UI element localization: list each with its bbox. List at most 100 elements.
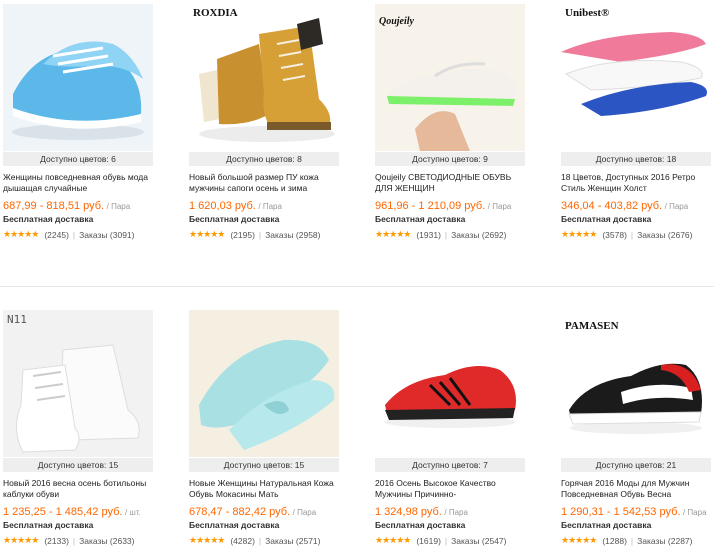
available-colors: Доступно цветов: 15 (3, 458, 153, 472)
rating-stars: ★★★★★ (3, 229, 39, 239)
free-shipping: Бесплатная доставка (3, 520, 94, 530)
separator: | (72, 229, 76, 240)
review-count[interactable]: (2195) (230, 230, 255, 240)
separator: | (258, 229, 262, 240)
product-card[interactable]: Qoujeily Доступно цветов: 9 Qoujeily СВЕ… (375, 4, 525, 240)
available-colors: Доступно цветов: 18 (561, 152, 711, 166)
free-shipping: Бесплатная доставка (375, 214, 466, 224)
separator: | (444, 229, 448, 240)
product-card[interactable]: N11 Доступно цветов: 15 Новый 2016 весна… (3, 310, 153, 546)
boots-image (199, 18, 335, 142)
product-image[interactable]: PAMASEN (561, 310, 711, 457)
brand-logo: N11 (7, 313, 27, 326)
price: 1 620,03 руб. (189, 200, 256, 212)
product-image[interactable] (375, 310, 525, 457)
review-count[interactable]: (1931) (416, 230, 441, 240)
orders-count[interactable]: Заказы (2676) (637, 230, 692, 240)
price: 687,99 - 818,51 руб. (3, 200, 105, 212)
price: 961,96 - 1 210,09 руб. (375, 200, 486, 212)
review-count[interactable]: (1288) (602, 536, 627, 546)
available-colors: Доступно цветов: 15 (189, 458, 339, 472)
price-unit: / Пара (106, 202, 131, 211)
product-card[interactable]: Доступно цветов: 6 Женщины повседневная … (3, 4, 153, 240)
price: 1 290,31 - 1 542,53 руб. (561, 506, 681, 518)
flats-image (561, 32, 707, 116)
orders-count[interactable]: Заказы (2958) (265, 230, 320, 240)
product-image[interactable] (3, 4, 153, 151)
product-card[interactable]: PAMASEN Доступно цветов: 21 Горячая 2016… (561, 310, 711, 546)
free-shipping: Бесплатная доставка (3, 214, 94, 224)
price-unit: / Пара (664, 202, 689, 211)
free-shipping: Бесплатная доставка (561, 214, 652, 224)
available-colors: Доступно цветов: 8 (189, 152, 339, 166)
rating-stars: ★★★★★ (189, 229, 225, 239)
red-sneaker-image (384, 366, 516, 428)
product-image[interactable]: N11 (3, 310, 153, 457)
rating-stars: ★★★★★ (3, 535, 39, 545)
orders-count[interactable]: Заказы (3091) (79, 230, 134, 240)
orders-count[interactable]: Заказы (2633) (79, 536, 134, 546)
rating-stars: ★★★★★ (561, 229, 597, 239)
separator: | (444, 535, 448, 546)
brand-logo: ROXDIA (193, 7, 238, 19)
free-shipping: Бесплатная доставка (189, 214, 280, 224)
rating-stars: ★★★★★ (375, 229, 411, 239)
separator: | (630, 229, 634, 240)
product-title-link[interactable]: 18 Цветов, Доступных 2016 Ретро Стиль Же… (561, 172, 711, 194)
price: 678,47 - 882,42 руб. (189, 506, 291, 518)
available-colors: Доступно цветов: 7 (375, 458, 525, 472)
brand-logo: Qoujeily (379, 16, 414, 27)
product-image[interactable]: Qoujeily (375, 4, 525, 151)
rating-stars: ★★★★★ (189, 535, 225, 545)
product-title-link[interactable]: Новые Женщины Натуральная Кожа Обувь Мок… (189, 478, 339, 500)
separator: | (72, 535, 76, 546)
price: 1 235,25 - 1 485,42 руб. (3, 506, 123, 518)
product-card[interactable]: Доступно цветов: 7 2016 Осень Высокое Ка… (375, 310, 525, 546)
product-image[interactable] (189, 310, 339, 457)
orders-count[interactable]: Заказы (2287) (637, 536, 692, 546)
review-count[interactable]: (4282) (230, 536, 255, 546)
review-count[interactable]: (2133) (44, 536, 69, 546)
free-shipping: Бесплатная доставка (375, 520, 466, 530)
price-unit: / шт. (124, 508, 141, 517)
brand-logo: Unibest® (565, 7, 610, 19)
price: 1 324,98 руб. (375, 506, 442, 518)
available-colors: Доступно цветов: 9 (375, 152, 525, 166)
available-colors: Доступно цветов: 21 (561, 458, 711, 472)
brand-logo: PAMASEN (565, 320, 619, 332)
product-title-link[interactable]: Женщины повседневная обувь мода дышащая … (3, 172, 153, 194)
product-card[interactable]: Доступно цветов: 15 Новые Женщины Натура… (189, 310, 339, 546)
product-title-link[interactable]: 2016 Осень Высокое Качество Мужчины Прич… (375, 478, 525, 500)
product-title-link[interactable]: Новый большой размер ПУ кожа мужчины сап… (189, 172, 339, 194)
free-shipping: Бесплатная доставка (189, 520, 280, 530)
orders-count[interactable]: Заказы (2692) (451, 230, 506, 240)
product-image[interactable]: Unibest® (561, 4, 711, 151)
product-card[interactable]: Unibest® Доступно цветов: 18 18 Цветов, … (561, 4, 711, 240)
price-unit: / Пара (444, 508, 468, 517)
product-title-link[interactable]: Qoujeily СВЕТОДИОДНЫЕ ОБУВЬ ДЛЯ ЖЕНЩИН (375, 172, 525, 194)
price-unit: / Пара (292, 508, 317, 517)
review-count[interactable]: (2245) (44, 230, 69, 240)
price: 346,04 - 403,82 руб. (561, 200, 663, 212)
available-colors: Доступно цветов: 6 (3, 152, 153, 166)
review-count[interactable]: (1619) (416, 536, 441, 546)
white-ankle-boots-image (16, 344, 140, 453)
product-title-link[interactable]: Горячая 2016 Моды для Мужчин Повседневна… (561, 478, 711, 500)
moccasins-image (199, 339, 335, 450)
sneaker-blue-image (12, 41, 144, 140)
review-count[interactable]: (3578) (602, 230, 627, 240)
rating-stars: ★★★★★ (375, 535, 411, 545)
product-title-link[interactable]: Новый 2016 весна осень ботильоны каблуки… (3, 478, 153, 500)
free-shipping: Бесплатная доставка (561, 520, 652, 530)
price-unit: / Пара (487, 202, 512, 211)
product-image[interactable]: ROXDIA (189, 4, 339, 151)
price-unit: / Пара (682, 508, 707, 517)
orders-count[interactable]: Заказы (2547) (451, 536, 506, 546)
orders-count[interactable]: Заказы (2571) (265, 536, 320, 546)
black-sneaker-image (568, 363, 702, 434)
product-card[interactable]: ROXDIA Доступно цветов: 8 Новый большой … (189, 4, 339, 240)
separator: | (630, 535, 634, 546)
row-divider (0, 286, 714, 287)
rating-stars: ★★★★★ (561, 535, 597, 545)
price-unit: / Пара (258, 202, 282, 211)
